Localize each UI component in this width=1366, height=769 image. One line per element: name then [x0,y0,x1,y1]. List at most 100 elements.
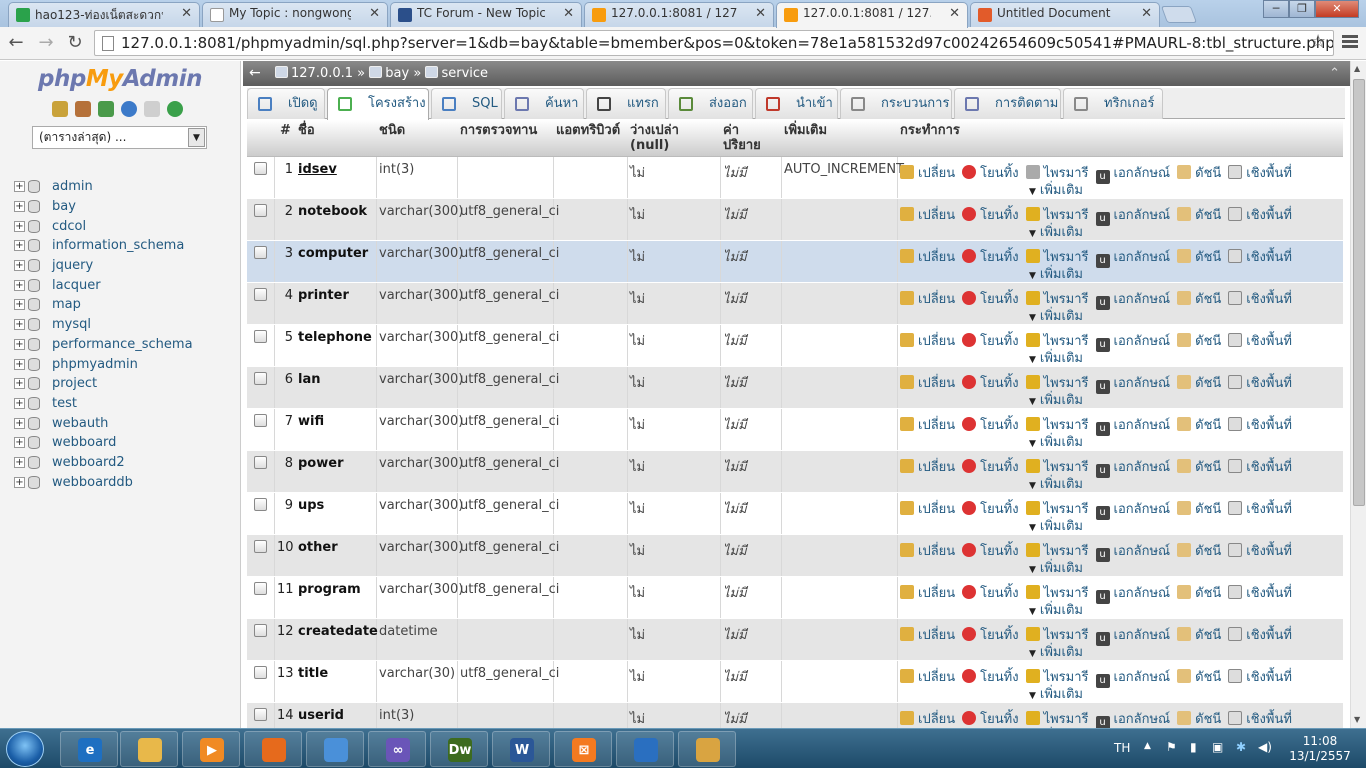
row-checkbox[interactable] [254,162,267,175]
close-window-button[interactable]: ✕ [1315,0,1359,18]
index-action[interactable]: ดัชนี [1177,417,1221,433]
expand-icon[interactable]: + [14,437,25,449]
spatial-action[interactable]: เชิงพื้นที่ [1228,207,1292,223]
expand-icon[interactable]: + [14,201,25,213]
taskbar-app[interactable] [678,731,736,767]
recent-tables-select[interactable]: (ตารางล่าสุด) ... ▼ [32,126,207,149]
taskbar-app[interactable]: ▶ [182,731,240,767]
row-checkbox[interactable] [254,414,267,427]
taskbar-app[interactable]: e [60,731,118,767]
change-action[interactable]: เปลี่ยน [900,417,955,433]
database-name[interactable]: project [52,376,97,391]
row-checkbox[interactable] [254,498,267,511]
row-checkbox[interactable] [254,582,267,595]
breadcrumb-db[interactable]: bay [385,66,409,81]
volume-icon[interactable]: ◀) [1258,740,1272,754]
database-name[interactable]: test [52,396,77,411]
drop-action[interactable]: โยนทิ้ง [962,207,1019,223]
chrome-menu-icon[interactable] [1342,35,1358,50]
more-actions-dropdown[interactable]: ▼เพิ่มเติม [1029,641,1083,662]
clock[interactable]: 11:08 13/1/2557 [1285,734,1355,764]
unique-action[interactable]: u เอกลักษณ์ [1095,502,1170,520]
browser-tab[interactable]: My Topic : nongwongwei ✕ [202,2,388,27]
drop-action[interactable]: โยนทิ้ง [962,501,1019,517]
database-name[interactable]: lacquer [52,278,101,293]
tray-expand-icon[interactable]: ▲ [1144,741,1151,751]
database-item[interactable]: + webboard2 [14,453,193,473]
database-item[interactable]: + information_schema [14,236,193,256]
col-type[interactable]: ชนิด [379,123,405,138]
expand-icon[interactable]: + [14,397,25,409]
drop-action[interactable]: โยนทิ้ง [962,417,1019,433]
change-action[interactable]: เปลี่ยน [900,585,955,601]
expand-icon[interactable]: + [14,338,25,350]
change-action[interactable]: เปลี่ยน [900,543,955,559]
reload-icon[interactable]: ↻ [63,32,87,53]
close-tab-icon[interactable]: ✕ [369,6,380,21]
drop-action[interactable]: โยนทิ้ง [962,165,1019,181]
index-action[interactable]: ดัชนี [1177,249,1221,265]
unique-action[interactable]: u เอกลักษณ์ [1095,208,1170,226]
expand-icon[interactable]: + [14,279,25,291]
database-item[interactable]: + bay [14,197,193,217]
more-actions-dropdown[interactable]: ▼เพิ่มเติม [1029,389,1083,410]
spatial-action[interactable]: เชิงพื้นที่ [1228,543,1292,559]
spatial-action[interactable]: เชิงพื้นที่ [1228,417,1292,433]
index-action[interactable]: ดัชนี [1177,627,1221,643]
more-actions-dropdown[interactable]: ▼เพิ่มเติม [1029,599,1083,620]
docs-icon[interactable] [144,101,160,117]
database-name[interactable]: performance_schema [52,337,193,352]
table-row[interactable]: 10 other varchar(300) utf8_general_ci ไม่ ไม่… [247,535,1343,577]
database-item[interactable]: + map [14,295,193,315]
breadcrumb-server[interactable]: 127.0.0.1 [291,66,353,81]
unique-action[interactable]: u เอกลักษณ์ [1095,376,1170,394]
close-tab-icon[interactable]: ✕ [181,6,192,21]
table-row[interactable]: 6 lan varchar(300) utf8_general_ci ไม่ ไม่มี เ… [247,367,1343,409]
row-checkbox[interactable] [254,246,267,259]
back-arrow-icon[interactable]: ← [4,32,28,53]
table-row[interactable]: 1 idsev int(3) ไม่ ไม่มี AUTO_INCREMENT เปลี่ย… [247,157,1343,199]
unique-action[interactable]: u เอกลักษณ์ [1095,712,1170,728]
col-extra[interactable]: เพิ่มเติม [784,123,827,138]
unique-action[interactable]: u เอกลักษณ์ [1095,166,1170,184]
database-item[interactable]: + test [14,394,193,414]
browser-tab[interactable]: Untitled Document ✕ [970,2,1160,27]
col-name[interactable]: ชื่อ [298,123,315,138]
table-row[interactable]: 9 ups varchar(300) utf8_general_ci ไม่ ไม่มี เ… [247,493,1343,535]
more-actions-dropdown[interactable]: ▼เพิ่มเติม [1029,179,1083,200]
change-action[interactable]: เปลี่ยน [900,375,955,391]
more-actions-dropdown[interactable]: ▼เพิ่มเติม [1029,347,1083,368]
index-action[interactable]: ดัชนี [1177,375,1221,391]
unique-action[interactable]: u เอกลักษณ์ [1095,292,1170,310]
unique-action[interactable]: u เอกลักษณ์ [1095,628,1170,646]
taskbar-app[interactable]: ∞ [368,731,426,767]
change-action[interactable]: เปลี่ยน [900,669,955,685]
row-checkbox[interactable] [254,456,267,469]
more-actions-dropdown[interactable]: ▼เพิ่มเติม [1029,263,1083,284]
scrollbar-thumb[interactable] [1353,79,1365,506]
database-name[interactable]: information_schema [52,238,184,253]
more-actions-dropdown[interactable]: ▼เพิ่มเติม [1029,515,1083,536]
database-item[interactable]: + webauth [14,413,193,433]
row-checkbox[interactable] [254,708,267,721]
taskbar-app[interactable] [244,731,302,767]
database-name[interactable]: map [52,297,81,312]
database-item[interactable]: + performance_schema [14,335,193,355]
spatial-action[interactable]: เชิงพื้นที่ [1228,669,1292,685]
forward-arrow-icon[interactable]: → [34,32,58,53]
change-action[interactable]: เปลี่ยน [900,627,955,643]
table-row[interactable]: 3 computer varchar(300) utf8_general_ci ไม่ ไ… [247,241,1343,283]
database-item[interactable]: + cdcol [14,216,193,236]
index-action[interactable]: ดัชนี [1177,207,1221,223]
bookmark-star-icon[interactable]: ☆ [1310,31,1326,52]
database-name[interactable]: webboarddb [52,475,133,490]
taskbar-app[interactable] [616,731,674,767]
spatial-action[interactable]: เชิงพื้นที่ [1228,627,1292,643]
col-attributes[interactable]: แอตทริบิวต์ [556,123,620,138]
close-tab-icon[interactable]: ✕ [1141,6,1152,21]
table-row[interactable]: 12 createdate datetime ไม่ ไม่มี เปลี่ยน โยนทิ… [247,619,1343,661]
database-name[interactable]: cdcol [52,219,86,234]
table-row[interactable]: 14 userid int(3) ไม่ ไม่มี เปลี่ยน โยนทิ้ง ไพรม… [247,703,1343,728]
index-action[interactable]: ดัชนี [1177,165,1221,181]
start-button[interactable] [6,731,44,767]
